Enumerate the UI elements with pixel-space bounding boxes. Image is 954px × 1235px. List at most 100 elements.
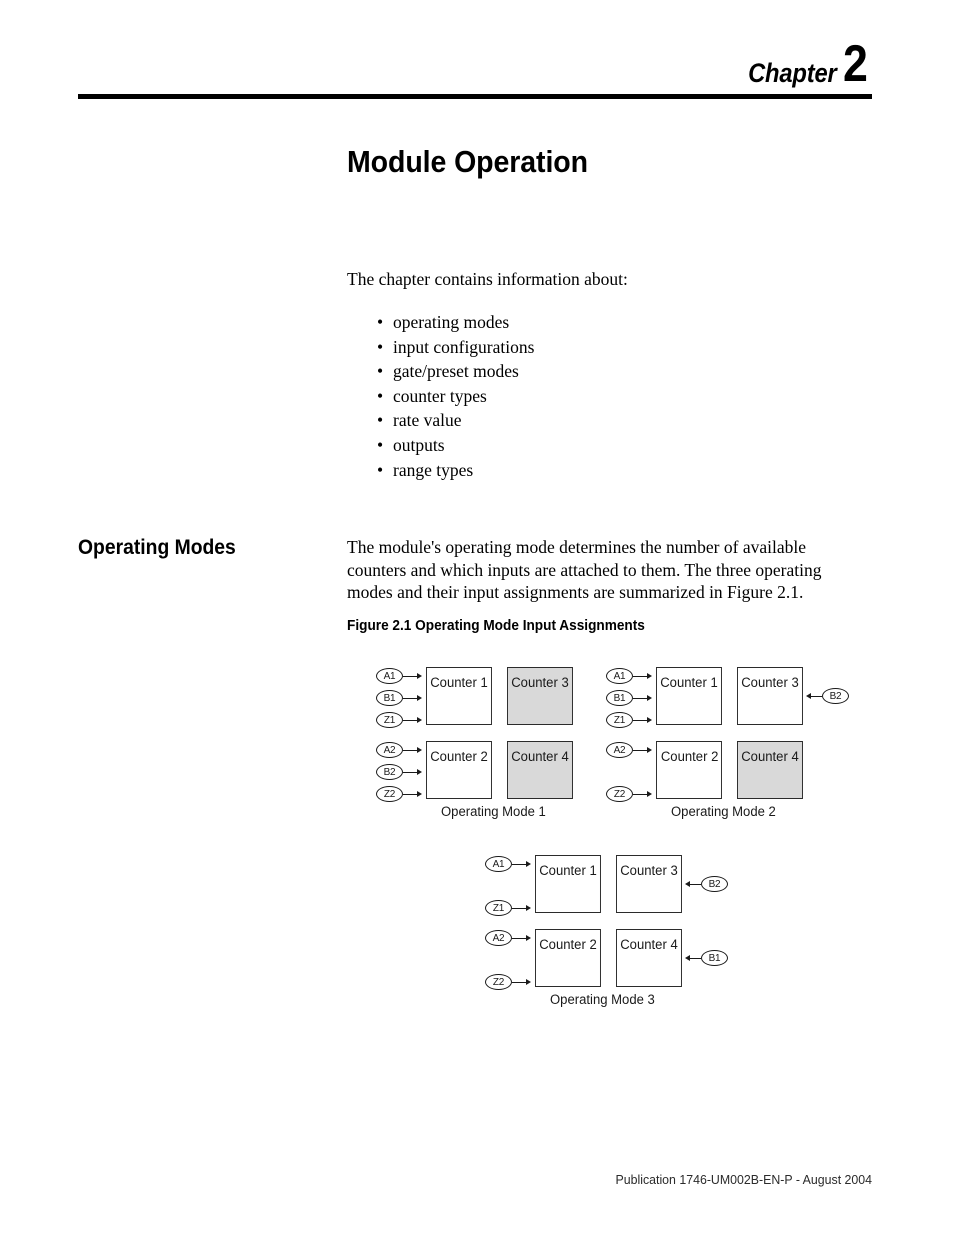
port-a2: A2 xyxy=(376,742,403,758)
lead-a1 xyxy=(512,863,526,865)
list-item-label: rate value xyxy=(393,410,462,431)
list-item: • rate value xyxy=(377,408,534,433)
port-a1: A1 xyxy=(606,668,633,684)
arrow-a1-icon xyxy=(526,860,531,867)
counter-box-4: Counter 4 xyxy=(737,741,803,799)
chapter-word-label: Chapter xyxy=(748,58,838,88)
arrow-a2-icon xyxy=(647,746,652,753)
lead-z1 xyxy=(512,907,526,909)
arrow-a1-icon xyxy=(417,672,422,679)
arrow-z2-icon xyxy=(526,978,531,985)
arrow-z1-icon xyxy=(647,716,652,723)
arrow-z1-icon xyxy=(526,904,531,911)
counter-box-4: Counter 4 xyxy=(616,929,682,987)
arrow-z1-icon xyxy=(417,716,422,723)
mode-label-2: Operating Mode 2 xyxy=(671,804,776,819)
mode-label-3: Operating Mode 3 xyxy=(550,992,655,1007)
counter-box-3: Counter 3 xyxy=(616,855,682,913)
lead-b2-right xyxy=(690,883,701,885)
arrow-a2-icon xyxy=(417,746,422,753)
port-z2: Z2 xyxy=(606,786,633,802)
port-b1: B1 xyxy=(376,690,403,706)
bullet-icon: • xyxy=(377,312,384,332)
footer-publication-text: Publication 1746-UM002B-EN-P - August 20… xyxy=(615,1172,872,1187)
chapter-number: 2 xyxy=(843,35,868,93)
lead-b1 xyxy=(403,697,417,699)
counter-box-1: Counter 1 xyxy=(426,667,492,725)
list-item: • range types xyxy=(377,458,534,483)
counter-box-4: Counter 4 xyxy=(507,741,573,799)
port-z1: Z1 xyxy=(485,900,512,916)
list-item: • counter types xyxy=(377,384,534,409)
bullet-icon: • xyxy=(377,361,384,382)
arrow-b2-icon xyxy=(417,768,422,775)
list-item-label: gate/preset modes xyxy=(393,361,519,382)
bullet-icon: • xyxy=(377,385,384,406)
list-item-label: outputs xyxy=(393,434,445,455)
bullet-icon: • xyxy=(377,336,384,357)
port-z2: Z2 xyxy=(485,974,512,990)
arrow-a2-icon xyxy=(526,934,531,941)
chapter-header: Chapter 2 xyxy=(78,34,872,90)
lead-a2 xyxy=(512,937,526,939)
counter-box-3: Counter 3 xyxy=(507,667,573,725)
list-item: • operating modes xyxy=(377,310,534,335)
list-item-label: input configurations xyxy=(393,336,535,357)
list-item-label: range types xyxy=(393,459,474,480)
port-z1: Z1 xyxy=(606,712,633,728)
header-rule xyxy=(78,94,872,99)
bullet-icon: • xyxy=(377,434,384,455)
list-item-label: operating modes xyxy=(393,312,510,332)
section-heading-operating-modes: Operating Modes xyxy=(78,536,236,559)
footer: Publication 1746-UM002B-EN-P - August 20… xyxy=(0,1172,872,1187)
lead-b1-right xyxy=(690,957,701,959)
lead-b1 xyxy=(633,697,647,699)
mode-label-1: Operating Mode 1 xyxy=(441,804,546,819)
arrow-b1-icon xyxy=(417,694,422,701)
port-b1: B1 xyxy=(606,690,633,706)
lead-z1 xyxy=(633,719,647,721)
intro-lead-in: The chapter contains information about: xyxy=(347,269,628,289)
port-b2-right: B2 xyxy=(701,876,728,892)
port-a2: A2 xyxy=(606,742,633,758)
lead-z2 xyxy=(403,793,417,795)
counter-box-3: Counter 3 xyxy=(737,667,803,725)
lead-b2 xyxy=(403,771,417,773)
section-body-text: The module's operating mode determines t… xyxy=(347,537,822,602)
port-a2: A2 xyxy=(485,930,512,946)
port-z1: Z1 xyxy=(376,712,403,728)
counter-box-1: Counter 1 xyxy=(535,855,601,913)
list-item-label: counter types xyxy=(393,385,487,406)
port-b2-right: B2 xyxy=(822,688,849,704)
arrow-b1-icon xyxy=(647,694,652,701)
lead-z2 xyxy=(512,981,526,983)
arrow-z2-icon xyxy=(647,790,652,797)
intro-bullet-list: • operating modes • input configurations… xyxy=(377,310,534,482)
bullet-icon: • xyxy=(377,410,384,431)
figure-operating-mode-input-assignments: A1 B1 Z1 Counter 1 Counter 3 A2 B2 Z2 Co… xyxy=(370,650,870,1010)
figure-caption: Figure 2.1 Operating Mode Input Assignme… xyxy=(347,618,645,634)
page-title: Module Operation xyxy=(347,144,588,179)
port-z2: Z2 xyxy=(376,786,403,802)
list-item: • input configurations xyxy=(377,335,534,360)
lead-b2-right xyxy=(811,695,822,697)
list-item: • gate/preset modes xyxy=(377,359,534,384)
lead-z1 xyxy=(403,719,417,721)
lead-z2 xyxy=(633,793,647,795)
counter-box-2: Counter 2 xyxy=(656,741,722,799)
arrow-a1-icon xyxy=(647,672,652,679)
port-a1: A1 xyxy=(485,856,512,872)
list-item: • outputs xyxy=(377,433,534,458)
port-a1: A1 xyxy=(376,668,403,684)
lead-a1 xyxy=(633,675,647,677)
port-b1-right: B1 xyxy=(701,950,728,966)
bullet-icon: • xyxy=(377,459,384,480)
lead-a2 xyxy=(633,749,647,751)
lead-a1 xyxy=(403,675,417,677)
counter-box-1: Counter 1 xyxy=(656,667,722,725)
port-b2: B2 xyxy=(376,764,403,780)
counter-box-2: Counter 2 xyxy=(426,741,492,799)
counter-box-2: Counter 2 xyxy=(535,929,601,987)
lead-a2 xyxy=(403,749,417,751)
arrow-z2-icon xyxy=(417,790,422,797)
